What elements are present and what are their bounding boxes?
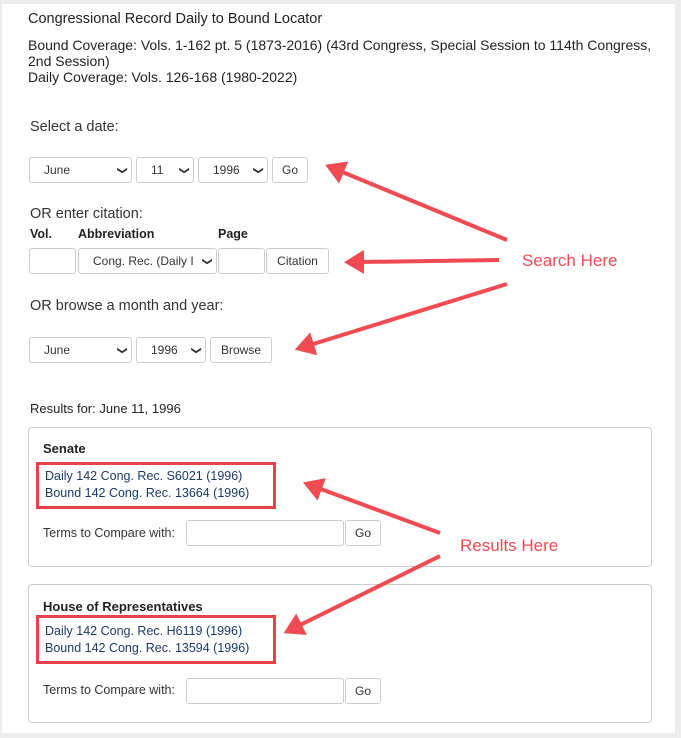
house-panel: House of Representatives Daily 142 Cong.…: [28, 584, 652, 723]
vol-input[interactable]: [29, 248, 76, 274]
chevron-down-icon: ❯: [252, 165, 264, 175]
date-month-select[interactable]: June ❯: [29, 157, 132, 183]
select-date-label: Select a date:: [30, 119, 119, 135]
date-day-value: 11: [151, 163, 164, 177]
abbreviation-value: Cong. Rec. (Daily I: [93, 254, 194, 268]
browse-button[interactable]: Browse: [210, 337, 272, 363]
browse-month-value: June: [44, 343, 71, 357]
senate-go-button[interactable]: Go: [345, 520, 381, 546]
page-input[interactable]: [218, 248, 265, 274]
senate-bound-link[interactable]: Bound 142 Cong. Rec. 13664 (1996): [39, 485, 273, 502]
date-year-select[interactable]: 1996 ❯: [198, 157, 268, 183]
vol-label: Vol.: [30, 227, 52, 241]
date-year-value: 1996: [213, 163, 240, 177]
house-bound-link[interactable]: Bound 142 Cong. Rec. 13594 (1996): [39, 640, 273, 657]
house-terms-input[interactable]: [186, 678, 344, 704]
house-daily-link[interactable]: Daily 142 Cong. Rec. H6119 (1996): [39, 623, 273, 640]
house-results-highlight: Daily 142 Cong. Rec. H6119 (1996) Bound …: [36, 615, 276, 664]
browse-label: OR browse a month and year:: [30, 298, 224, 314]
senate-terms-input[interactable]: [186, 520, 344, 546]
abbreviation-select[interactable]: Cong. Rec. (Daily I ❯: [78, 248, 217, 274]
date-month-value: June: [44, 163, 71, 177]
page-label: Page: [218, 227, 248, 241]
browse-year-select[interactable]: 1996 ❯: [136, 337, 206, 363]
citation-label: OR enter citation:: [30, 206, 143, 222]
bound-coverage: Bound Coverage: Vols. 1-162 pt. 5 (1873-…: [28, 37, 652, 69]
date-day-select[interactable]: 11 ❯: [136, 157, 194, 183]
chevron-down-icon: ❯: [190, 345, 202, 355]
senate-daily-link[interactable]: Daily 142 Cong. Rec. S6021 (1996): [39, 468, 273, 485]
results-heading: Results for: June 11, 1996: [30, 401, 181, 416]
date-go-button[interactable]: Go: [272, 157, 308, 183]
browse-year-value: 1996: [151, 343, 178, 357]
abbreviation-label: Abbreviation: [78, 227, 155, 241]
house-go-button[interactable]: Go: [345, 678, 381, 704]
chevron-down-icon: ❯: [178, 165, 190, 175]
results-here-annotation: Results Here: [460, 536, 559, 555]
senate-panel: Senate Daily 142 Cong. Rec. S6021 (1996)…: [28, 427, 652, 567]
citation-button[interactable]: Citation: [266, 248, 329, 274]
senate-title: Senate: [43, 441, 86, 456]
senate-results-highlight: Daily 142 Cong. Rec. S6021 (1996) Bound …: [36, 462, 276, 509]
house-title: House of Representatives: [43, 599, 203, 614]
chevron-down-icon: ❯: [201, 256, 213, 266]
daily-coverage: Daily Coverage: Vols. 126-168 (1980-2022…: [28, 69, 298, 85]
house-terms-label: Terms to Compare with:: [43, 683, 175, 697]
coverage-info: Bound Coverage: Vols. 1-162 pt. 5 (1873-…: [28, 37, 668, 85]
page-title: Congressional Record Daily to Bound Loca…: [28, 11, 323, 27]
chevron-down-icon: ❯: [116, 345, 128, 355]
chevron-down-icon: ❯: [116, 165, 128, 175]
search-here-annotation: Search Here: [522, 251, 618, 270]
browse-month-select[interactable]: June ❯: [29, 337, 132, 363]
senate-terms-label: Terms to Compare with:: [43, 526, 175, 540]
